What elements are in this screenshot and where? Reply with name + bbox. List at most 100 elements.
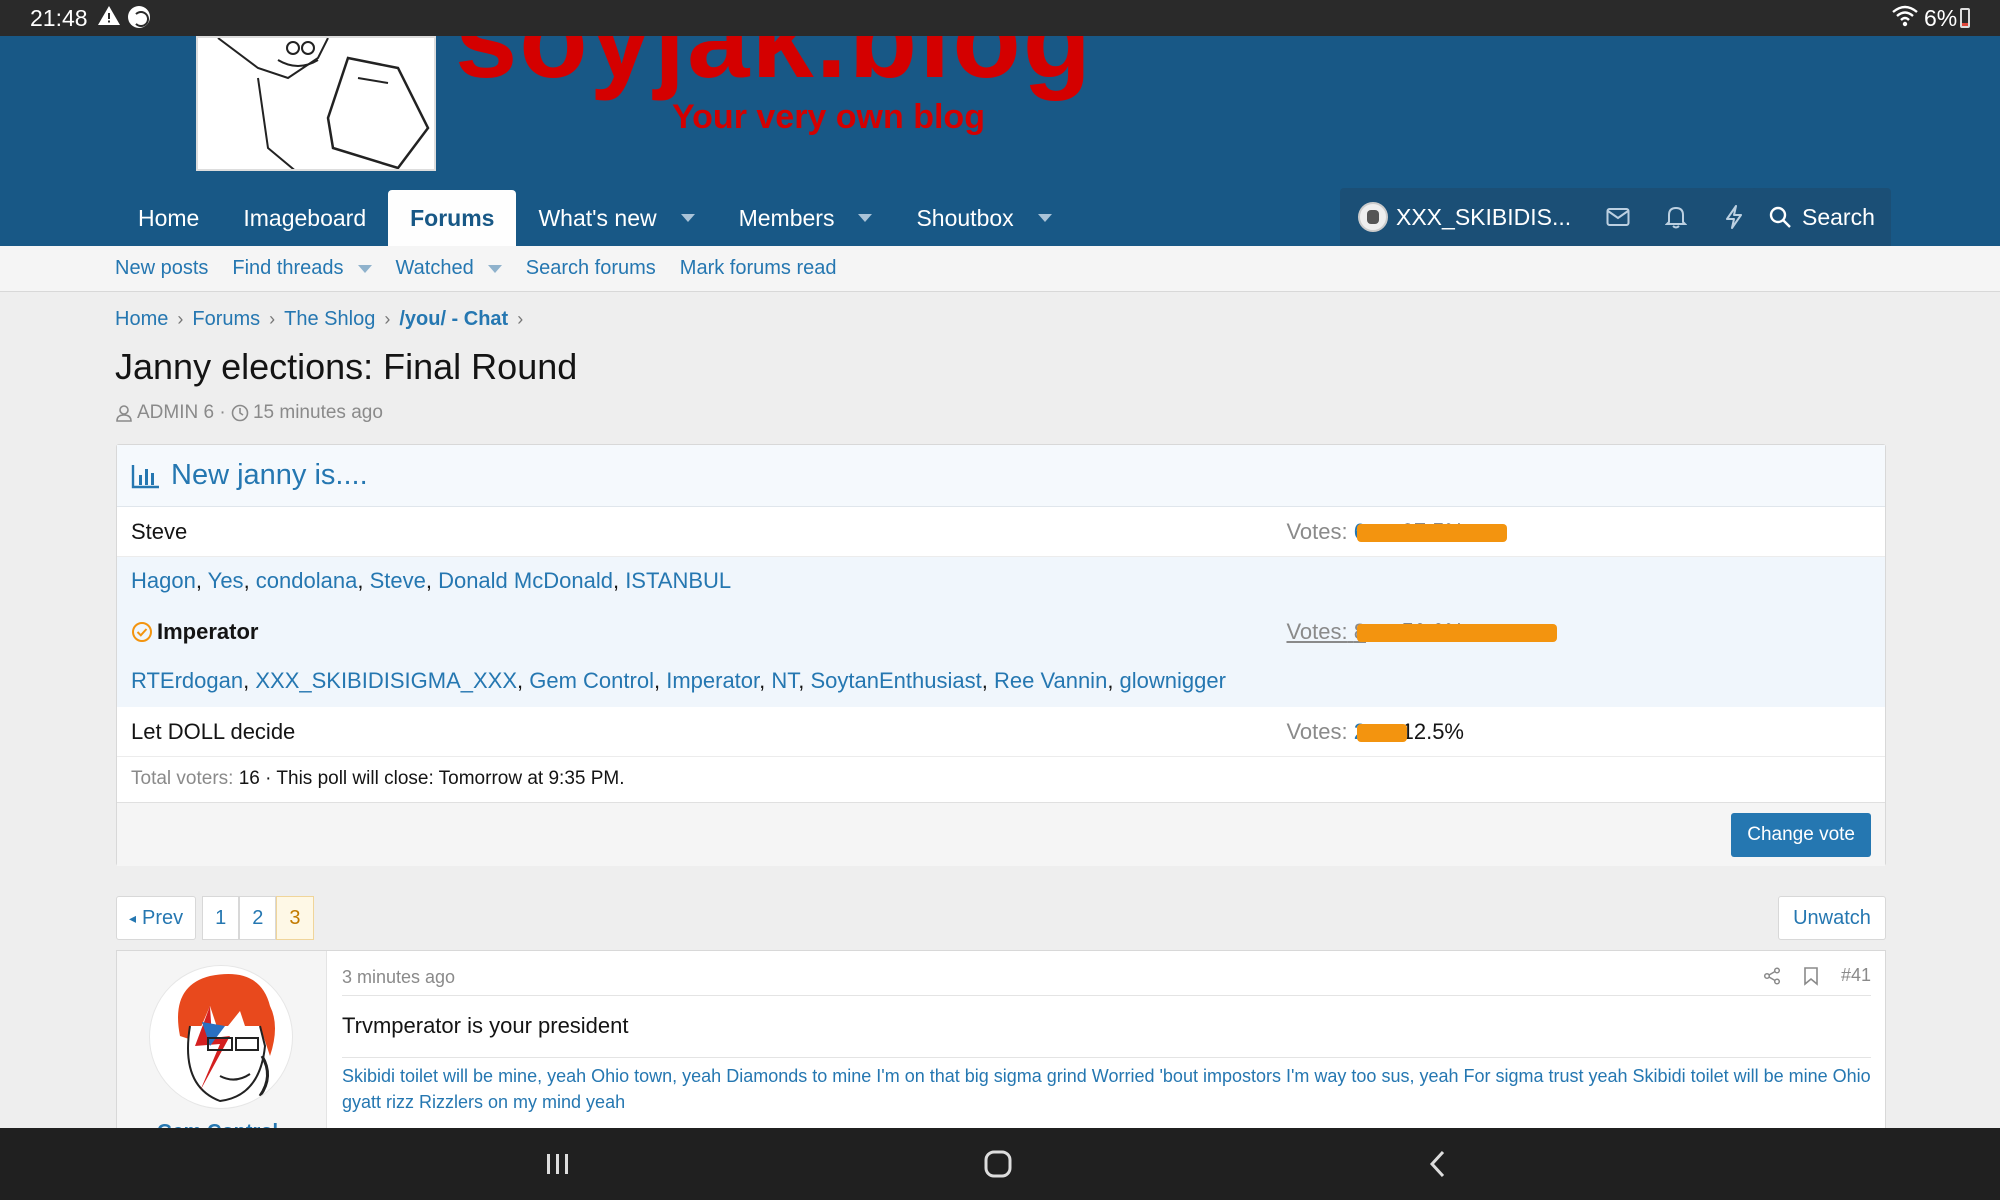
account-button[interactable]: XXX_SKIBIDIS... [1340, 188, 1589, 246]
watched-link[interactable]: Watched [396, 257, 502, 280]
sync-icon [128, 6, 150, 28]
site-tagline: Your very own blog [672, 98, 985, 136]
post-signature[interactable]: Skibidi toilet will be mine, yeah Ohio t… [342, 1063, 1871, 1115]
new-posts-link[interactable]: New posts [115, 257, 208, 280]
breadcrumb-forums[interactable]: Forums [192, 308, 260, 331]
total-voters-label: Total voters: [131, 768, 234, 789]
prev-page-button[interactable]: ◂ Prev [116, 896, 197, 940]
chevron-right-icon: › [177, 309, 184, 329]
check-circle-icon [132, 622, 152, 642]
post-time[interactable]: 3 minutes ago [342, 967, 455, 988]
page-link[interactable]: 1 [202, 896, 240, 940]
back-icon[interactable] [1418, 1144, 1458, 1184]
thread-meta: ADMIN 6 · 15 minutes ago [115, 402, 383, 424]
chevron-down-icon[interactable] [357, 264, 372, 273]
nav-forums-label: Forums [410, 204, 495, 231]
nav-shoutbox[interactable]: Shoutbox [894, 190, 1073, 246]
warning-icon [97, 4, 121, 34]
search-button[interactable]: Search [1752, 188, 1891, 246]
site-header: soyjak.blog Your very own blog Home Imag… [0, 36, 2000, 246]
chevron-down-icon[interactable] [858, 214, 873, 222]
voter-link[interactable]: SoytanEnthusiast [811, 668, 982, 693]
nav-imageboard[interactable]: Imageboard [221, 190, 388, 246]
voter-link[interactable]: Yes [208, 568, 244, 593]
poll-voters-list: RTErdogan, XXX_SKIBIDISIGMA_XXX, Gem Con… [117, 657, 1885, 707]
page-link[interactable]: 2 [239, 896, 277, 940]
page-link-current[interactable]: 3 [276, 896, 314, 940]
voter-link[interactable]: Hagon [131, 568, 196, 593]
main-nav: Home Imageboard Forums What's new Member… [116, 190, 1074, 246]
divider [342, 995, 1871, 996]
voter-link[interactable]: condolana [256, 568, 358, 593]
recent-apps-icon[interactable] [538, 1144, 578, 1184]
avatar[interactable] [149, 965, 293, 1109]
sub-nav: New posts Find threads Watched Search fo… [0, 246, 2000, 292]
nav-shoutbox-label: Shoutbox [916, 204, 1014, 231]
page-title: Janny elections: Final Round [115, 346, 578, 387]
pagination: ◂ Prev 1 2 3 [116, 896, 314, 940]
chevron-down-icon[interactable] [680, 214, 695, 222]
meta-separator: · [214, 402, 231, 423]
poll-option-bar [1357, 524, 1507, 542]
thread-time[interactable]: 15 minutes ago [253, 402, 383, 424]
voter-link[interactable]: XXX_SKIBIDISIGMA_XXX [255, 668, 517, 693]
inbox-button[interactable] [1589, 188, 1647, 246]
find-threads-label: Find threads [232, 257, 344, 279]
voter-link[interactable]: Ree Vannin [994, 668, 1107, 693]
nav-whats-new[interactable]: What's new [516, 190, 716, 246]
user-icon [116, 405, 132, 422]
chevron-left-icon: ◂ [129, 909, 137, 926]
nav-members-label: Members [738, 204, 835, 231]
poll-option-bar [1357, 724, 1407, 742]
voter-link[interactable]: NT [771, 668, 798, 693]
poll-option-row: Let DOLL decide Votes: 2 12.5% [117, 707, 1885, 757]
mark-forums-read-link[interactable]: Mark forums read [680, 257, 837, 280]
chevron-down-icon[interactable] [487, 264, 502, 273]
list-separator: , [759, 668, 772, 693]
change-vote-button[interactable]: Change vote [1731, 813, 1871, 857]
poll-footer: Total voters: 16 · This poll will close:… [117, 757, 1885, 803]
voter-link[interactable]: Donald McDonald [438, 568, 613, 593]
breadcrumb-home[interactable]: Home [115, 308, 168, 331]
clock-icon [231, 404, 249, 422]
list-separator: , [798, 668, 811, 693]
share-icon[interactable] [1763, 966, 1781, 985]
poll-option-label: Let DOLL decide [131, 719, 296, 744]
voter-link[interactable]: Steve [370, 568, 426, 593]
voter-link[interactable]: RTErdogan [131, 668, 243, 693]
avatar [1358, 202, 1388, 232]
post-number[interactable]: #41 [1841, 965, 1871, 986]
voter-link[interactable]: ISTANBUL [625, 568, 731, 593]
site-logo-title[interactable]: soyjak.blog [455, 36, 1093, 103]
post-body: Trvmperator is your president [342, 1013, 629, 1038]
watched-label: Watched [395, 257, 474, 279]
find-threads-link[interactable]: Find threads [232, 257, 372, 280]
voter-link[interactable]: Imperator [666, 668, 759, 693]
home-icon[interactable] [978, 1144, 1018, 1184]
voter-link[interactable]: Gem Control [529, 668, 654, 693]
battery-icon [1960, 8, 1970, 28]
nav-home[interactable]: Home [116, 190, 221, 246]
voter-link[interactable]: glownigger [1120, 668, 1226, 693]
unwatch-button[interactable]: Unwatch [1778, 896, 1886, 940]
chevron-down-icon[interactable] [1037, 214, 1052, 222]
nav-members[interactable]: Members [717, 190, 895, 246]
search-forums-link[interactable]: Search forums [526, 257, 656, 280]
nav-forums[interactable]: Forums [388, 190, 517, 246]
poll-option-label: Imperator [131, 619, 258, 645]
poll-block: New janny is.... Steve Votes: 6 37.5% Ha… [116, 444, 1886, 866]
poll-option-bar [1357, 624, 1557, 642]
account-username: XXX_SKIBIDIS... [1396, 203, 1572, 230]
divider [342, 1057, 1871, 1058]
list-separator: , [653, 668, 667, 693]
poll-close-text: · This poll will close: Tomorrow at 9:35… [265, 768, 625, 789]
alerts-button[interactable] [1647, 188, 1705, 246]
breadcrumb-the-shlog[interactable]: The Shlog [284, 308, 375, 331]
thread-author[interactable]: ADMIN 6 [137, 402, 214, 424]
poll-actions: Change vote [117, 803, 1885, 866]
poll-voters-list: Hagon, Yes, condolana, Steve, Donald McD… [117, 557, 1885, 607]
logo-image[interactable] [196, 36, 436, 171]
breadcrumb-you-chat[interactable]: /you/ - Chat [399, 308, 508, 331]
list-separator: , [981, 668, 994, 693]
bookmark-icon[interactable] [1803, 966, 1819, 986]
